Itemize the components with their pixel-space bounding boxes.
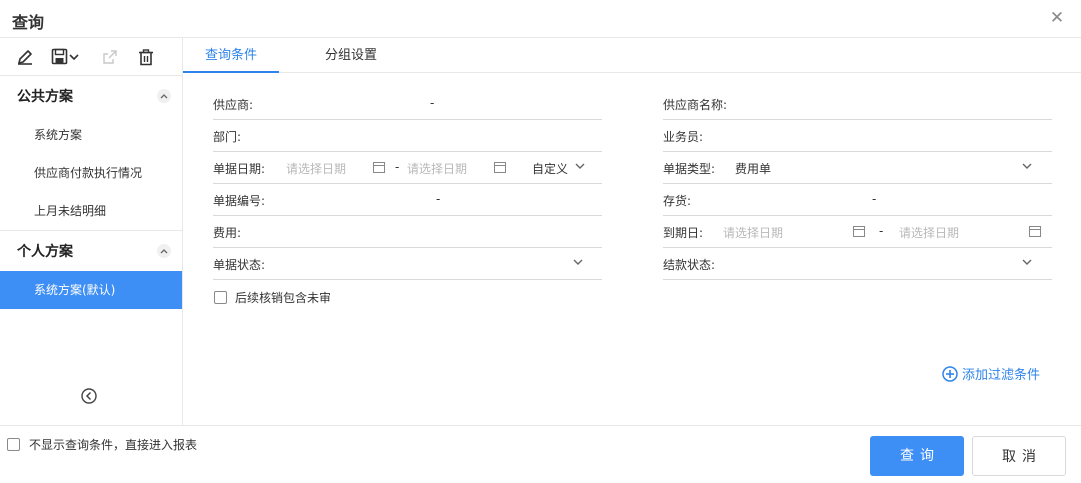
skip-conditions-checkbox[interactable] <box>7 438 20 451</box>
doc-date-range-separator: - <box>395 160 400 174</box>
inventory-label: 存货: <box>663 194 692 208</box>
export-icon[interactable] <box>101 46 119 68</box>
cancel-button[interactable]: 取消 <box>972 436 1066 476</box>
chevron-up-icon[interactable] <box>157 244 171 258</box>
doc-status-field[interactable]: 单据状态: <box>213 248 602 280</box>
due-date-from-input[interactable]: 请选择日期 <box>723 224 783 241</box>
query-button[interactable]: 查询 <box>870 436 964 476</box>
save-icon[interactable] <box>51 46 81 68</box>
doc-date-from-input[interactable]: 请选择日期 <box>286 160 346 177</box>
doc-number-field[interactable]: 单据编号: - <box>213 184 602 216</box>
department-label: 部门: <box>213 130 242 144</box>
personal-schemes-header[interactable]: 个人方案 <box>0 231 182 271</box>
doc-date-to-input[interactable]: 请选择日期 <box>407 160 467 177</box>
doc-date-range-mode[interactable]: 自定义 <box>532 160 568 177</box>
doc-type-label: 单据类型: <box>663 162 716 176</box>
tab-bar: 查询条件 分组设置 <box>183 38 1081 73</box>
doc-status-label: 单据状态: <box>213 258 266 272</box>
trash-icon[interactable] <box>137 46 155 68</box>
supplier-name-label: 供应商名称: <box>663 98 728 112</box>
calendar-icon[interactable] <box>1029 225 1041 237</box>
tab-group-settings[interactable]: 分组设置 <box>307 38 395 73</box>
include-unaudited-checkbox[interactable] <box>214 291 227 304</box>
public-schemes-header[interactable]: 公共方案 <box>0 76 182 116</box>
doc-number-range-separator: - <box>436 192 441 206</box>
add-filter-label: 添加过滤条件 <box>962 368 1041 383</box>
scheme-item-system-default[interactable]: 系统方案(默认) <box>0 271 182 309</box>
settle-status-field[interactable]: 结款状态: <box>663 248 1052 280</box>
supplier-range-separator: - <box>430 96 435 110</box>
chevron-down-icon[interactable] <box>1022 259 1032 266</box>
scheme-item-supplier-payment[interactable]: 供应商付款执行情况 <box>0 154 182 192</box>
due-date-label: 到期日: <box>663 226 704 240</box>
due-date-field[interactable]: 到期日: 请选择日期 - 请选择日期 <box>663 216 1052 248</box>
doc-type-value[interactable]: 费用单 <box>735 160 771 177</box>
expense-label: 费用: <box>213 226 242 240</box>
dialog-title: 查询 <box>12 13 45 32</box>
doc-date-label: 单据日期: <box>213 162 266 176</box>
salesperson-label: 业务员: <box>663 130 704 144</box>
doc-date-field[interactable]: 单据日期: 请选择日期 - 请选择日期 自定义 <box>213 152 602 184</box>
main-panel: 查询条件 分组设置 供应商: - 部门: 单据日期: 请选择日期 - 请选择日期… <box>183 38 1081 425</box>
supplier-label: 供应商: <box>213 98 254 112</box>
dialog-title-bar: 查询 ✕ <box>0 0 1081 38</box>
calendar-icon[interactable] <box>373 161 385 173</box>
doc-type-field[interactable]: 单据类型: 费用单 <box>663 152 1052 184</box>
edit-icon[interactable] <box>16 46 34 68</box>
scheme-item-last-month-unsettled[interactable]: 上月未结明细 <box>0 192 182 230</box>
public-schemes-title: 公共方案 <box>17 89 73 105</box>
inventory-range-separator: - <box>872 192 877 206</box>
inventory-field[interactable]: 存货: - <box>663 184 1052 216</box>
skip-conditions-label: 不显示查询条件，直接进入报表 <box>29 438 198 452</box>
plus-circle-icon <box>942 365 958 382</box>
chevron-down-icon[interactable] <box>575 163 585 170</box>
add-filter-button[interactable]: 添加过滤条件 <box>942 364 1040 383</box>
department-field[interactable]: 部门: <box>213 120 602 152</box>
scheme-item-system[interactable]: 系统方案 <box>0 116 182 154</box>
due-date-to-input[interactable]: 请选择日期 <box>899 224 959 241</box>
expense-field[interactable]: 费用: <box>213 216 602 248</box>
due-date-range-separator: - <box>879 224 884 238</box>
chevron-down-icon[interactable] <box>573 259 583 266</box>
calendar-icon[interactable] <box>494 161 506 173</box>
scheme-toolbar <box>0 38 182 76</box>
chevron-left-circle-icon[interactable] <box>81 388 97 404</box>
calendar-icon[interactable] <box>853 225 865 237</box>
scheme-sidebar: 公共方案 系统方案 供应商付款执行情况 上月未结明细 个人方案 系统方案(默认) <box>0 38 183 425</box>
supplier-field[interactable]: 供应商: - <box>213 88 602 120</box>
tab-query-conditions[interactable]: 查询条件 <box>183 38 279 73</box>
personal-schemes-title: 个人方案 <box>17 244 73 260</box>
doc-number-label: 单据编号: <box>213 194 266 208</box>
chevron-down-icon[interactable] <box>1022 163 1032 170</box>
close-icon[interactable]: ✕ <box>1049 9 1065 27</box>
settle-status-label: 结款状态: <box>663 258 716 272</box>
supplier-name-field[interactable]: 供应商名称: <box>663 88 1052 120</box>
include-unaudited-label: 后续核销包含未审 <box>235 291 332 305</box>
chevron-up-icon[interactable] <box>157 89 171 103</box>
dialog-footer: 不显示查询条件，直接进入报表 查询 取消 <box>0 425 1081 483</box>
salesperson-field[interactable]: 业务员: <box>663 120 1052 152</box>
